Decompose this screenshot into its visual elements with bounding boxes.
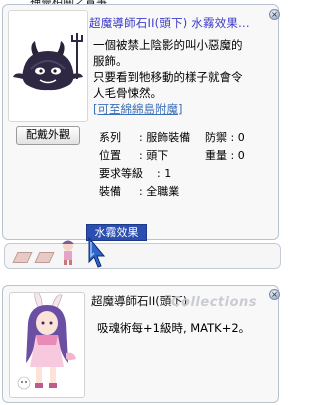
stat-value: : 1 [157,167,172,180]
item-description: 一個被禁上陰影的叫小惡魔的 服飾。 只要看到牠移動的樣子就會令 人毛骨悚然。 [… [93,37,273,117]
paper-icon[interactable] [34,252,55,263]
stat-row-position: 位置 : 頭下 重量 : 0 [99,147,245,165]
close-icon[interactable]: × [269,9,280,20]
wear-appearance-button[interactable]: 配戴外觀 [16,126,80,145]
stat-row-type: 系列 : 服飾裝備 防禦 : 0 [99,129,245,147]
description-line: 一個被禁上陰影的叫小惡魔的 [93,38,243,52]
stat-label: 裝備 [99,185,121,198]
devil-costume-icon [13,33,83,91]
stat-value: : 全職業 [139,185,180,198]
item-info-window: × 配戴外觀 超魔導師石II(頭下) 水霧效果... 一個被禁上陰影的叫小惡魔的… [2,4,280,241]
character-mini-icon[interactable] [59,238,77,266]
card-effect-text: 吸魂術每+1級時, MATK+2。 [97,321,251,335]
stat-label: 系列 [99,131,121,144]
stat-label: 要求等級 [99,167,143,180]
description-line: 服飾。 [93,54,128,68]
stat-value: : 服飾裝備 [139,131,191,144]
card-character-illustration [17,290,76,390]
stat-label: 防禦 [205,131,227,144]
item-stats: 系列 : 服飾裝備 防禦 : 0 位置 : 頭下 重量 : 0 要求等級 : 1 裝備 : … [99,129,245,201]
paper-icon[interactable] [12,252,33,263]
card-info-window: × 超魔導師石II(頭下) Collections 吸魂術每+1級時, MATK… [2,285,280,403]
enchant-link[interactable]: [可至綿綿島附魔] [93,101,273,117]
stat-row-level: 要求等級 : 1 [99,165,245,183]
item-title: 超魔導師石II(頭下) 水霧效果... [89,16,250,30]
stat-value: : 0 [230,131,245,144]
card-image-panel [9,290,85,398]
stat-value: : 0 [230,149,245,162]
cursor-icon [88,236,105,268]
stat-row-job: 裝備 : 全職業 [99,183,245,201]
stat-value: : 頭下 [139,149,169,162]
item-image-panel [8,10,88,122]
description-line: 人毛骨悚然。 [93,86,162,100]
item-strip [4,236,281,269]
collections-watermark: Collections [171,295,258,310]
description-line: 只要看到牠移動的樣子就會令 [93,70,243,84]
stat-label: 位置 [99,149,121,162]
close-icon[interactable]: × [269,289,280,300]
stat-label: 重量 [205,149,227,162]
